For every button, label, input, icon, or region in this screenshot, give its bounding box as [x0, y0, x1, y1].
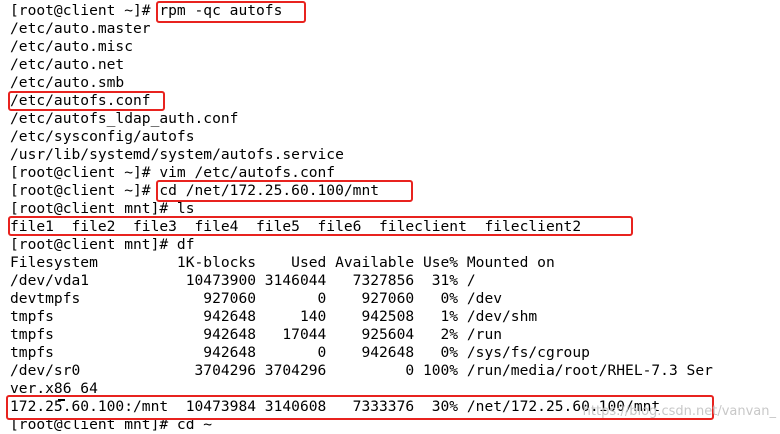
terminal-line-23: 172.25.60.100:/mnt 10473984 3140608 7333… — [10, 398, 661, 415]
terminal-line-22: ver.x86_64 — [10, 380, 98, 397]
terminal-line-18: tmpfs 942648 140 942508 1% /dev/shm — [10, 308, 538, 325]
terminal-line-2: /etc/auto.master — [10, 20, 151, 37]
terminal-window[interactable]: [root@client ~]# rpm -qc autofs /etc/aut… — [0, 0, 780, 434]
terminal-line-3: /etc/auto.misc — [10, 38, 134, 55]
terminal-line-6: /etc/autofs.conf — [10, 92, 151, 109]
terminal-line-24: [root@client mnt]# cd ~ — [10, 416, 213, 433]
terminal-line-15: Filesystem 1K-blocks Used Available Use%… — [10, 254, 555, 271]
terminal-line-5: /etc/auto.smb — [10, 74, 125, 91]
terminal-line-7: /etc/autofs_ldap_auth.conf — [10, 110, 239, 127]
terminal-line-4: /etc/auto.net — [10, 56, 125, 73]
terminal-line-14: [root@client mnt]# df — [10, 236, 195, 253]
terminal-line-9: /usr/lib/systemd/system/autofs.service — [10, 146, 344, 163]
terminal-line-16: /dev/vda1 10473900 3146044 7327856 31% / — [10, 272, 476, 289]
terminal-line-19: tmpfs 942648 17044 925604 2% /run — [10, 326, 503, 343]
terminal-line-12: [root@client mnt]# ls — [10, 200, 195, 217]
watermark-text: https://blog.csdn.net/vanvan_ — [582, 404, 776, 419]
terminal-line-8: /etc/sysconfig/autofs — [10, 128, 195, 145]
terminal-line-1: [root@client ~]# rpm -qc autofs — [10, 2, 283, 19]
text-cursor-mark — [58, 399, 65, 401]
terminal-line-21: /dev/sr0 3704296 3704296 0 100% /run/med… — [10, 362, 713, 379]
terminal-line-17: devtmpfs 927060 0 927060 0% /dev — [10, 290, 503, 307]
terminal-line-13: file1 file2 file3 file4 file5 file6 file… — [10, 218, 582, 235]
terminal-line-11: [root@client ~]# cd /net/172.25.60.100/m… — [10, 182, 380, 199]
terminal-line-10: [root@client ~]# vim /etc/autofs.conf — [10, 164, 336, 181]
terminal-line-20: tmpfs 942648 0 942648 0% /sys/fs/cgroup — [10, 344, 590, 361]
